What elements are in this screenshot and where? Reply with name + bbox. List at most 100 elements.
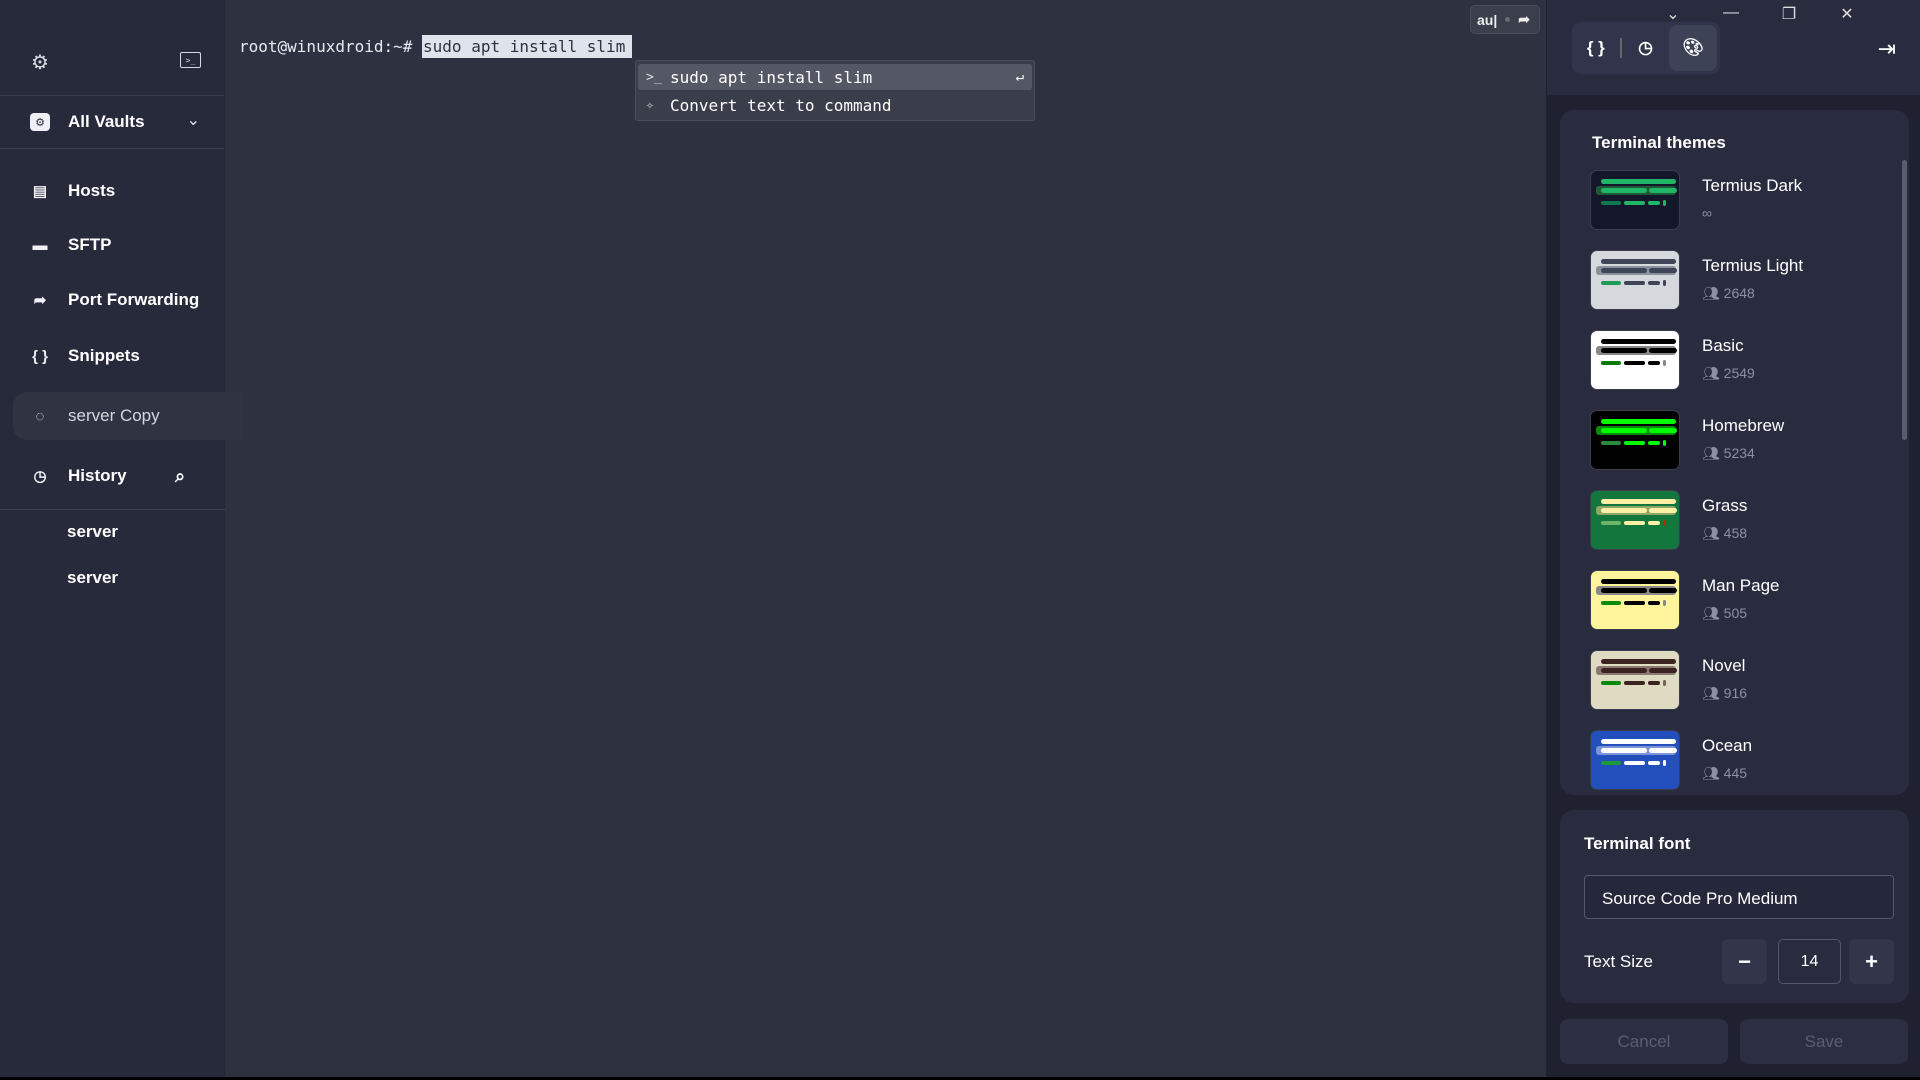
collapse-panel-icon[interactable]: ⇥ — [1878, 36, 1896, 62]
preview-bar — [1601, 419, 1676, 424]
suggestion-item[interactable]: ✧ Convert text to command — [638, 92, 1032, 118]
sidebar-item-port-forwarding[interactable]: ➦ Port Forwarding — [0, 276, 225, 324]
theme-item[interactable]: Termius Dark ∞ — [1590, 170, 1890, 232]
preview-bar — [1648, 521, 1660, 525]
font-select[interactable]: Source Code Pro Medium — [1584, 875, 1894, 919]
sidebar-item-label: History — [68, 466, 127, 485]
users-icon: 👥︎ — [1702, 365, 1724, 381]
users-icon: 👥︎ — [1702, 285, 1724, 301]
chevron-down-icon[interactable]: ⌄ — [187, 110, 200, 130]
suggestion-label: sudo apt install slim — [670, 67, 873, 87]
panel-header: ⌄ — ❐ ✕ { } ◷ 🎨︎ ⇥ — [1547, 0, 1920, 95]
sidebar-item-snippets[interactable]: { } Snippets — [0, 332, 225, 380]
terminal-prompt-icon: >_ — [646, 69, 662, 85]
theme-count: 👥︎ 2648 — [1702, 285, 1755, 302]
preview-bar — [1663, 280, 1666, 286]
terminal-line[interactable]: root@winuxdroid:~# sudo apt install slim — [239, 35, 633, 58]
search-icon[interactable]: ⌕ — [175, 466, 185, 487]
tab-snippets-icon[interactable]: { } — [1572, 25, 1620, 71]
close-icon[interactable]: ✕ — [1832, 4, 1862, 24]
themes-title: Terminal themes — [1592, 133, 1726, 152]
users-icon: 👥︎ — [1702, 445, 1724, 461]
save-button[interactable]: Save — [1740, 1019, 1908, 1064]
suggestion-item[interactable]: >_ sudo apt install slim ↵ — [638, 64, 1032, 90]
preview-bar — [1601, 668, 1647, 673]
settings-panel: ⌄ — ❐ ✕ { } ◷ 🎨︎ ⇥ Terminal themes Termi… — [1546, 0, 1920, 1077]
tab-themes-palette-icon[interactable]: 🎨︎ — [1669, 25, 1717, 71]
theme-usage-count: 445 — [1723, 765, 1748, 781]
themes-card: Terminal themes Termius Dark ∞ Termius Lig… — [1560, 110, 1909, 795]
terminal-icon[interactable]: >_ — [180, 52, 201, 68]
scrollbar[interactable] — [1902, 160, 1907, 440]
theme-item[interactable]: Basic 👥︎ 2549 — [1590, 330, 1890, 392]
increase-size-button[interactable]: + — [1849, 939, 1894, 984]
theme-preview — [1590, 490, 1680, 550]
sidebar-item-hosts[interactable]: ▤ Hosts — [0, 167, 225, 215]
theme-item[interactable]: Novel 👥︎ 916 — [1590, 650, 1890, 712]
tab-history-clock-icon[interactable]: ◷ — [1622, 25, 1670, 71]
preview-bar — [1601, 521, 1621, 525]
history-item[interactable]: server — [67, 522, 118, 542]
vault-icon: ⚙ — [30, 113, 50, 131]
preview-bar — [1601, 601, 1621, 605]
preview-bar — [1624, 761, 1645, 765]
cancel-button[interactable]: Cancel — [1560, 1019, 1728, 1064]
share-arrow-icon[interactable]: ➦ — [1518, 11, 1530, 28]
sidebar-header: ⚙ >_ — [0, 0, 224, 96]
clock-icon: ◷ — [33, 468, 47, 485]
restore-icon[interactable]: ❐ — [1774, 4, 1804, 24]
sidebar-item-label: Port Forwarding — [68, 290, 200, 309]
preview-bar — [1601, 268, 1647, 273]
preview-bar — [1601, 281, 1621, 285]
sidebar-item-sftp[interactable]: ▬ SFTP — [0, 221, 225, 269]
folder-icon: ▬ — [32, 236, 48, 254]
sidebar: ⚙ >_ ⚙ All Vaults ⌄ ▤ Hosts ▬ SFTP ➦ Port F… — [0, 0, 243, 1077]
snippets-icon: { } — [32, 347, 48, 365]
autocomplete-text: au| — [1477, 11, 1498, 28]
preview-bar — [1663, 200, 1666, 206]
theme-count: 👥︎ 916 — [1702, 685, 1747, 702]
preview-bar — [1648, 761, 1660, 765]
theme-name: Novel — [1702, 656, 1746, 675]
vault-selector[interactable]: ⚙ All Vaults ⌄ — [0, 96, 224, 149]
theme-item[interactable]: Grass 👥︎ 458 — [1590, 490, 1890, 552]
autocomplete-toggle[interactable]: au| ➦ — [1470, 5, 1540, 34]
theme-item[interactable]: Termius Light 👥︎ 2648 — [1590, 250, 1890, 312]
preview-bar — [1601, 361, 1621, 365]
preview-bar — [1648, 201, 1660, 205]
preview-bar — [1624, 601, 1645, 605]
preview-bar — [1601, 428, 1647, 433]
preview-bar — [1601, 339, 1676, 344]
theme-item[interactable]: Ocean 👥︎ 445 — [1590, 730, 1890, 792]
theme-usage-count: ∞ — [1702, 205, 1712, 221]
preview-bar — [1624, 681, 1645, 685]
theme-name: Ocean — [1702, 736, 1753, 755]
theme-preview — [1590, 730, 1680, 790]
minimize-icon[interactable]: — — [1716, 4, 1746, 22]
theme-name: Homebrew — [1702, 416, 1785, 435]
preview-bar — [1601, 659, 1676, 664]
preview-bar — [1649, 748, 1677, 753]
decrease-size-button[interactable]: − — [1722, 939, 1767, 984]
preview-bar — [1663, 520, 1666, 526]
theme-preview — [1590, 330, 1680, 390]
sidebar-item-label: Snippets — [68, 346, 140, 365]
preview-bar — [1649, 348, 1677, 353]
chevron-down-icon[interactable]: ⌄ — [1658, 4, 1688, 24]
session-tab-server-copy[interactable]: ◌ server Copy — [13, 392, 243, 440]
history-item[interactable]: server — [67, 568, 118, 588]
text-size-input[interactable]: 14 — [1778, 939, 1841, 984]
sidebar-item-history[interactable]: ◷ History ⌕ — [0, 452, 225, 500]
preview-bar — [1624, 361, 1645, 365]
sparkle-icon: ✧ — [646, 97, 654, 113]
preview-bar — [1648, 441, 1660, 445]
preview-bar — [1601, 499, 1676, 504]
settings-gear-icon[interactable]: ⚙ — [28, 50, 52, 74]
theme-item[interactable]: Man Page 👥︎ 505 — [1590, 570, 1890, 632]
preview-bar — [1601, 259, 1676, 264]
preview-bar — [1601, 579, 1676, 584]
theme-item[interactable]: Homebrew 👥︎ 5234 — [1590, 410, 1890, 472]
hosts-icon: ▤ — [32, 183, 48, 200]
preview-bar — [1601, 748, 1647, 753]
theme-usage-count: 505 — [1723, 605, 1748, 621]
